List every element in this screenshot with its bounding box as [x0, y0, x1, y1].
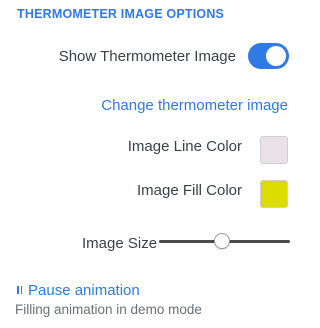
- image-line-color-label: Image Line Color: [127, 138, 242, 155]
- image-size-slider-thumb[interactable]: [213, 233, 230, 249]
- toggle-knob: [266, 46, 286, 66]
- image-line-color-swatch[interactable]: [260, 136, 288, 164]
- show-thermometer-image-label: Show Thermometer Image: [58, 48, 236, 65]
- image-size-label: Image Size: [82, 235, 158, 252]
- pause-icon: [17, 286, 23, 294]
- image-fill-color-swatch[interactable]: [260, 180, 288, 208]
- show-thermometer-image-toggle[interactable]: [248, 43, 289, 69]
- image-size-slider[interactable]: [159, 233, 290, 249]
- change-thermometer-image-link[interactable]: Change thermometer image: [101, 97, 288, 114]
- image-fill-color-label: Image Fill Color: [136, 182, 242, 199]
- section-title: THERMOMETER IMAGE OPTIONS: [17, 7, 225, 21]
- pause-animation-link[interactable]: Pause animation: [28, 282, 140, 299]
- animation-note: Filling animation in demo mode: [15, 302, 202, 317]
